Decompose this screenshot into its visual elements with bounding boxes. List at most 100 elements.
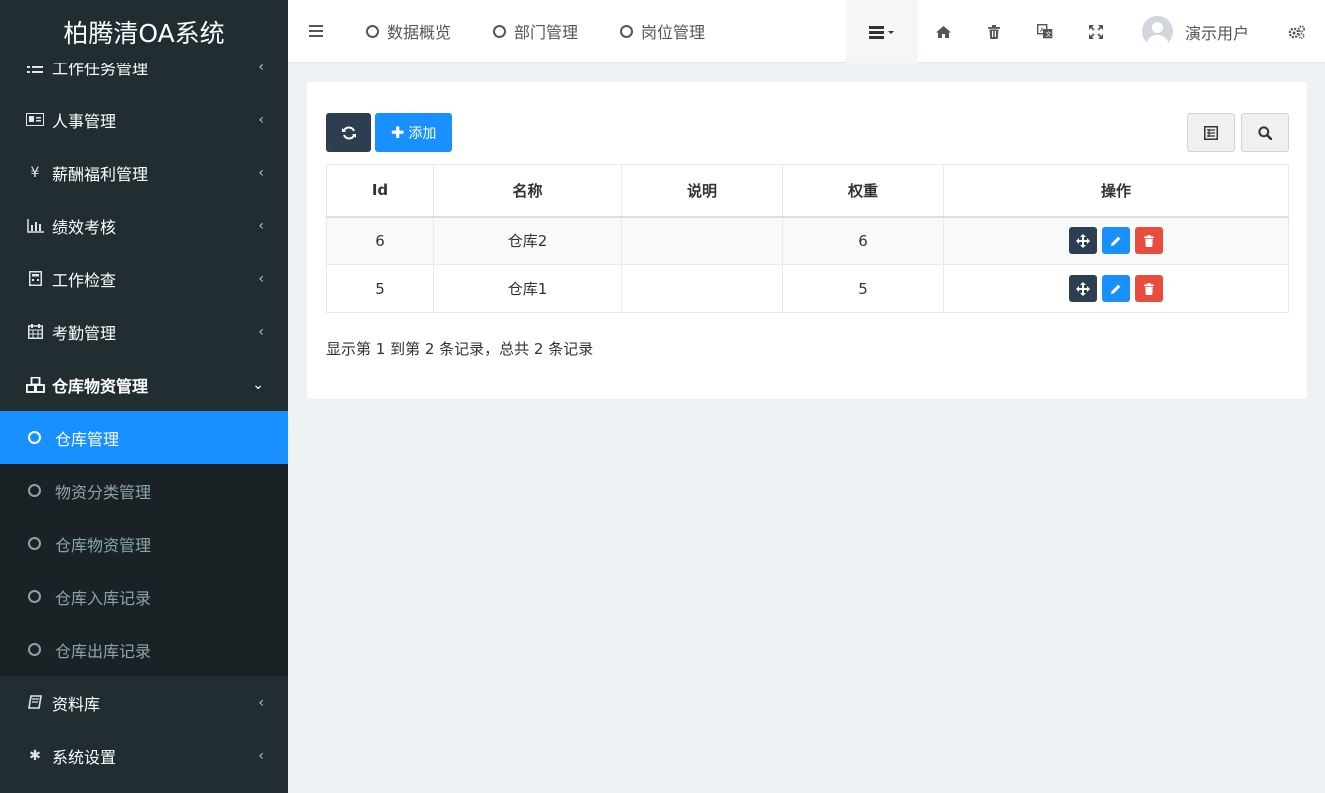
sidebar-item-hr[interactable]: 人事管理 ‹: [0, 93, 288, 146]
drag-sort-button[interactable]: [1069, 275, 1097, 302]
top-navbar: 数据概览 部门管理 岗位管理 A文 演示用户: [288, 0, 1325, 63]
sidebar-item-settings[interactable]: ✱ 系统设置 ‹: [0, 729, 288, 782]
chevron-left-icon: ‹: [258, 270, 264, 287]
column-header-name[interactable]: 名称: [433, 164, 622, 218]
home-button[interactable]: [918, 0, 969, 63]
sidebar-toggle-button[interactable]: [288, 0, 344, 63]
submenu-item-outbound-record[interactable]: 仓库出库记录: [0, 623, 288, 676]
sidebar-item-warehouse-group[interactable]: 仓库物资管理 ⌄: [0, 358, 288, 411]
avatar: [1141, 16, 1173, 47]
tab-list-dropdown-button[interactable]: [845, 0, 918, 63]
home-icon: [935, 25, 951, 38]
app-logo-title[interactable]: 柏腾清OA系统: [0, 0, 288, 63]
circle-icon: [28, 484, 41, 497]
sidebar-item-label: 资料库: [52, 694, 101, 714]
submenu-item-label: 仓库管理: [55, 429, 120, 449]
sidebar-item-label: 绩效考核: [52, 217, 117, 237]
trash-icon: [1144, 282, 1154, 295]
add-button[interactable]: ✚ 添加: [375, 113, 453, 152]
gear-icon: ✱: [29, 747, 41, 764]
cell-actions: [943, 216, 1289, 265]
refresh-icon: [341, 126, 356, 139]
cell-desc: [621, 216, 783, 265]
sidebar-item-label: 系统设置: [52, 747, 117, 767]
sidebar: 工作任务管理 ‹ 人事管理 ‹ ¥ 薪酬福利管理 ‹ 绩效考核 ‹ 工作检查 ‹…: [0, 0, 288, 793]
drag-sort-button[interactable]: [1069, 227, 1097, 255]
sidebar-item-label: 考勤管理: [52, 323, 117, 343]
table-tools: [1181, 113, 1289, 152]
columns-icon: [1204, 125, 1218, 140]
language-button[interactable]: A文: [1020, 0, 1071, 63]
column-header-id[interactable]: Id: [326, 164, 434, 218]
sidebar-item-performance[interactable]: 绩效考核 ‹: [0, 199, 288, 252]
clear-cache-button[interactable]: [969, 0, 1020, 63]
cell-weight: 6: [782, 216, 944, 265]
table-row[interactable]: 6 仓库2 6: [326, 216, 1289, 265]
gears-icon: [1288, 25, 1305, 39]
hamburger-icon: [309, 25, 323, 37]
submenu-item-label: 仓库入库记录: [55, 588, 152, 608]
sidebar-menu: 工作任务管理 ‹ 人事管理 ‹ ¥ 薪酬福利管理 ‹ 绩效考核 ‹ 工作检查 ‹…: [0, 40, 288, 782]
circle-icon: [28, 431, 41, 444]
table-row[interactable]: 5 仓库1 5: [326, 264, 1289, 313]
edit-button[interactable]: [1102, 275, 1130, 302]
translate-icon: A文: [1037, 24, 1053, 39]
edit-button[interactable]: [1102, 227, 1130, 255]
expand-icon: [1089, 24, 1104, 39]
delete-button[interactable]: [1135, 275, 1163, 302]
table-toolbar: ✚ 添加: [326, 113, 453, 152]
sidebar-item-salary[interactable]: ¥ 薪酬福利管理 ‹: [0, 146, 288, 199]
topbar-actions: A文 演示用户: [845, 0, 1325, 63]
fullscreen-button[interactable]: [1071, 0, 1122, 63]
list-dropdown-icon: [868, 25, 894, 39]
move-icon: [1076, 281, 1090, 296]
circle-icon: [28, 643, 41, 656]
sidebar-item-library[interactable]: 资料库 ‹: [0, 676, 288, 729]
calendar-icon: [25, 324, 45, 339]
sidebar-item-attendance[interactable]: 考勤管理 ‹: [0, 305, 288, 358]
circle-icon: [620, 24, 634, 38]
column-header-desc[interactable]: 说明: [621, 164, 783, 218]
chevron-left-icon: ‹: [258, 747, 264, 764]
submenu-item-material-category[interactable]: 物资分类管理: [0, 464, 288, 517]
user-menu[interactable]: 演示用户: [1122, 0, 1269, 63]
submenu-item-inbound-record[interactable]: 仓库入库记录: [0, 570, 288, 623]
cell-id: 6: [326, 216, 434, 265]
submenu-item-warehouse[interactable]: 仓库管理: [0, 411, 288, 464]
search-toggle-button[interactable]: [1241, 113, 1289, 152]
plus-icon: ✚: [391, 123, 405, 142]
refresh-button[interactable]: [326, 113, 371, 152]
column-header-weight[interactable]: 权重: [782, 164, 944, 218]
cell-weight: 5: [782, 264, 944, 313]
cell-name: 仓库2: [433, 216, 622, 265]
sidebar-item-label: 工作检查: [52, 270, 117, 290]
tab-position[interactable]: 岗位管理: [620, 19, 705, 43]
settings-button[interactable]: [1269, 0, 1325, 63]
circle-icon: [28, 590, 41, 603]
columns-toggle-button[interactable]: [1187, 113, 1235, 152]
submenu-item-label: 仓库物资管理: [55, 535, 152, 555]
cell-id: 5: [326, 264, 434, 313]
chevron-left-icon: ‹: [258, 217, 264, 234]
id-card-icon: [25, 113, 45, 126]
warehouse-submenu: 仓库管理 物资分类管理 仓库物资管理 仓库入库记录 仓库出库记录: [0, 411, 288, 676]
table-header-row: Id 名称 说明 权重 操作: [326, 164, 1289, 218]
submenu-item-warehouse-material[interactable]: 仓库物资管理: [0, 517, 288, 570]
tab-data-overview[interactable]: 数据概览: [366, 19, 451, 43]
add-button-label: 添加: [408, 125, 437, 142]
tab-label: 部门管理: [514, 23, 579, 42]
sidebar-item-inspection[interactable]: 工作检查 ‹: [0, 252, 288, 305]
warehouse-table: Id 名称 说明 权重 操作 6 仓库2 6 5 仓库1 5: [326, 164, 1289, 313]
column-header-actions: 操作: [943, 164, 1289, 218]
cell-desc: [621, 264, 783, 313]
bar-chart-icon: [25, 218, 45, 233]
circle-icon: [366, 24, 379, 38]
tab-department[interactable]: 部门管理: [493, 19, 578, 43]
sidebar-item-label: 仓库物资管理: [52, 376, 149, 396]
trash-icon: [988, 24, 1001, 39]
cubes-icon: [25, 376, 45, 393]
delete-button[interactable]: [1135, 227, 1163, 255]
pencil-icon: [1111, 284, 1121, 294]
trash-icon: [1144, 234, 1154, 247]
submenu-item-label: 物资分类管理: [55, 482, 152, 502]
